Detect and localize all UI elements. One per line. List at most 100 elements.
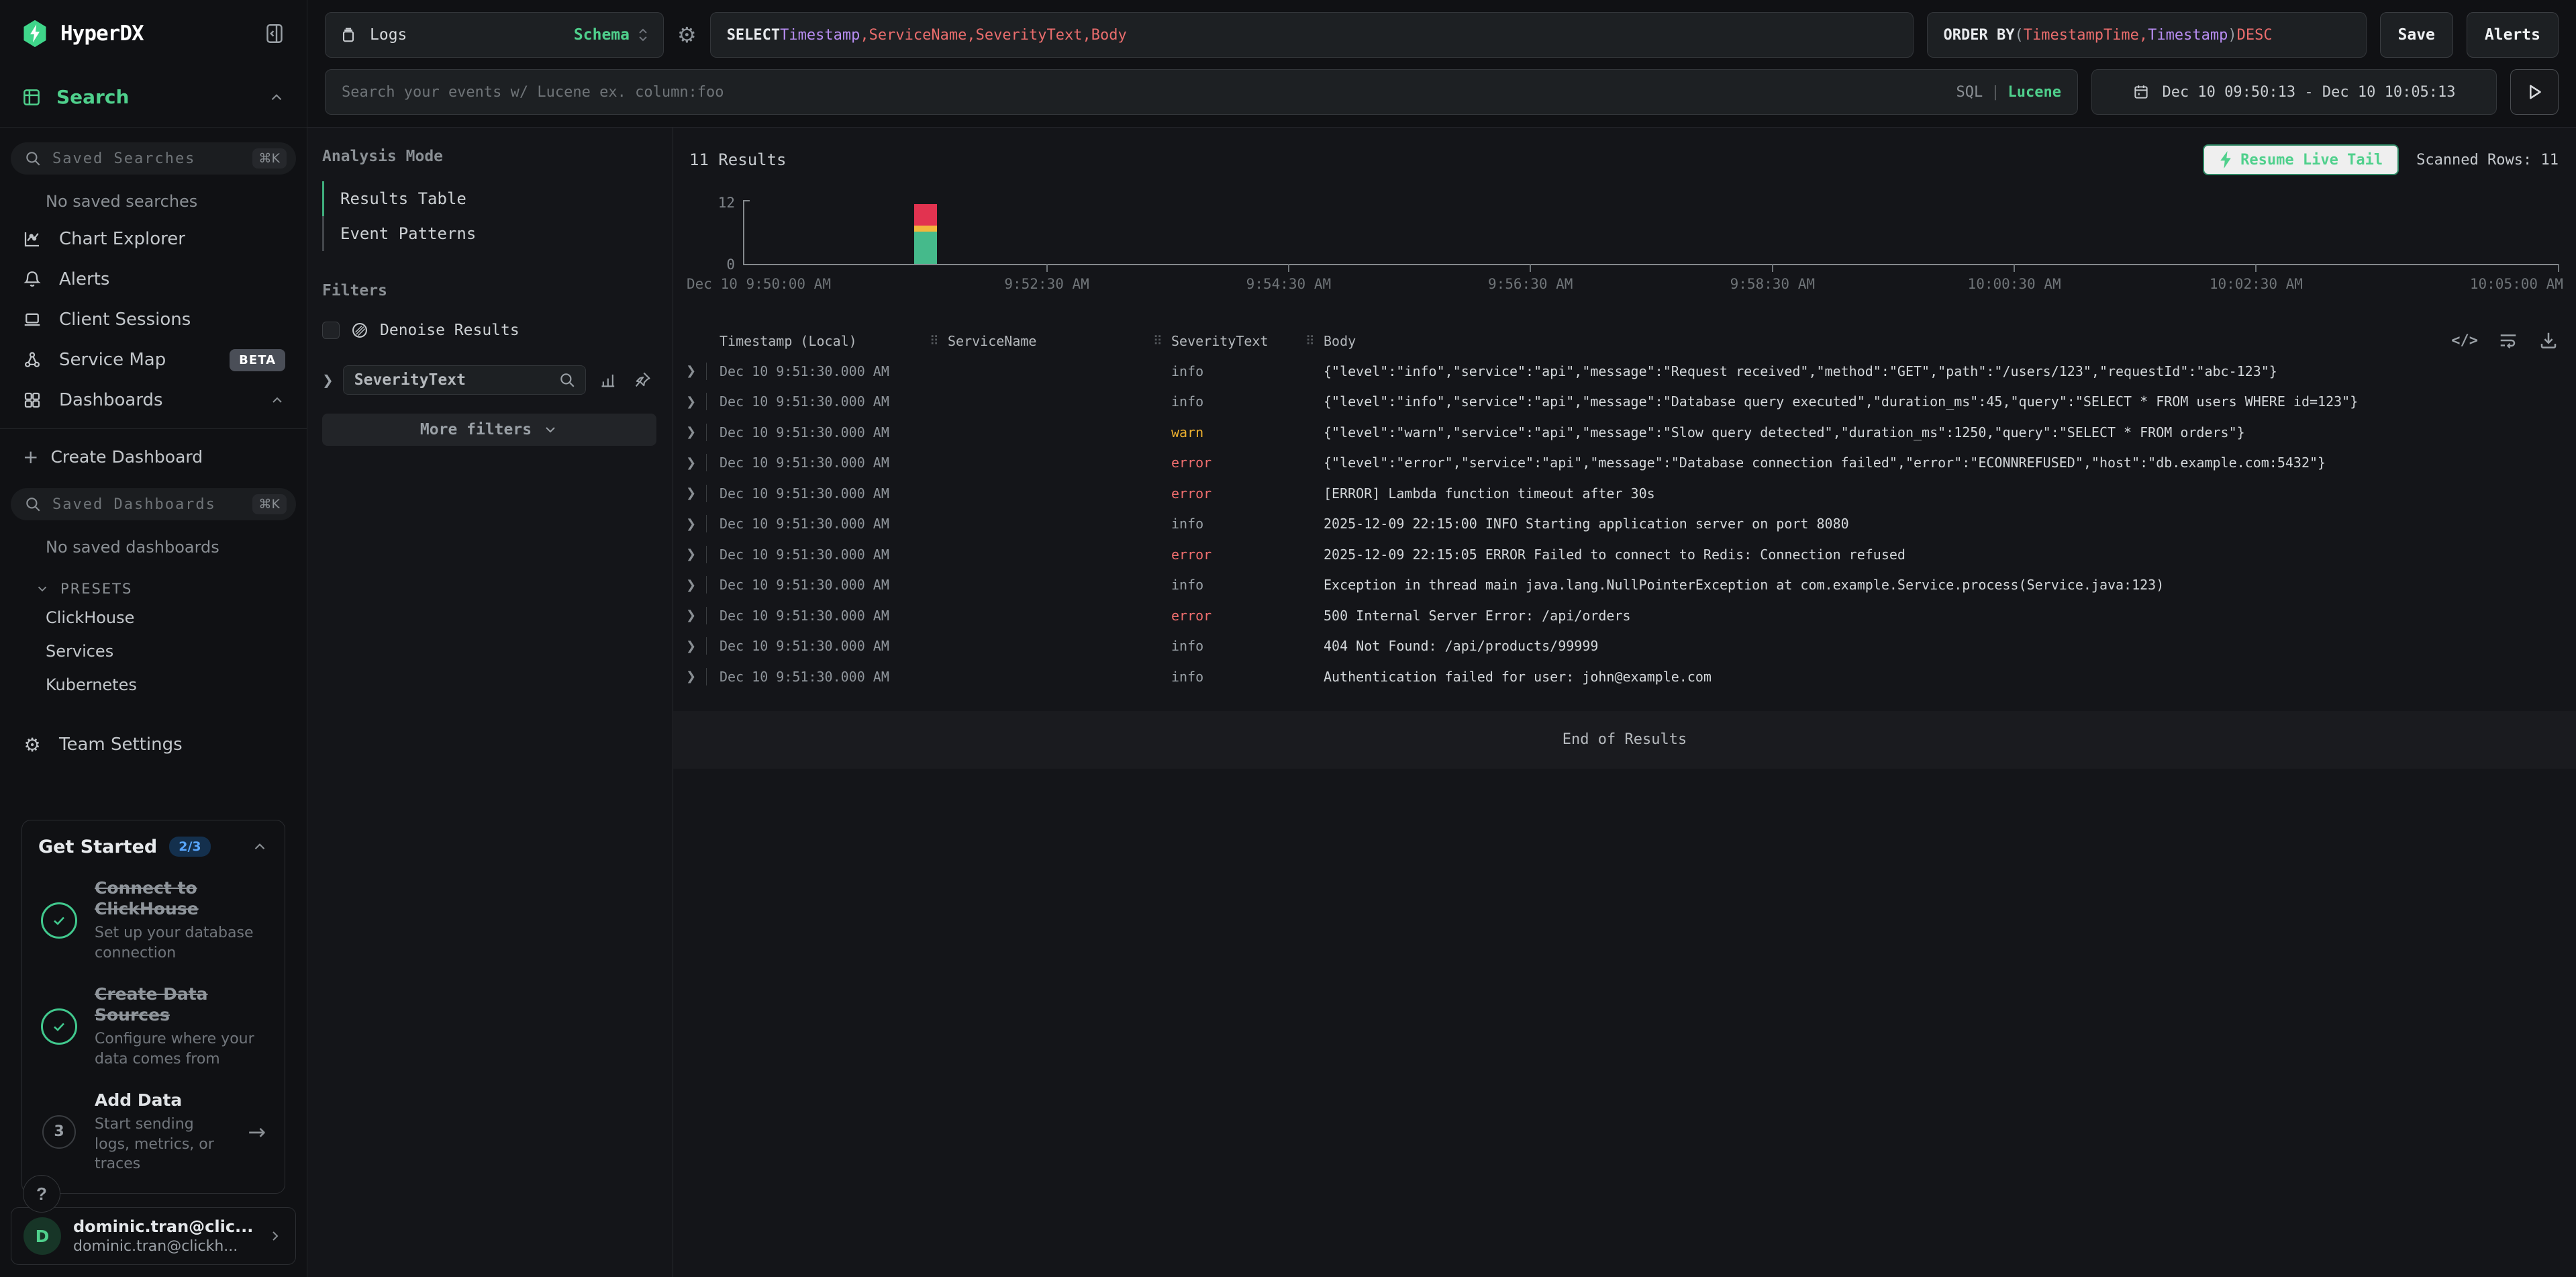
x-axis-tick xyxy=(1772,264,1773,272)
date-range-picker[interactable]: Dec 10 09:50:13 - Dec 10 10:05:13 xyxy=(2091,69,2497,115)
preset-item[interactable]: Kubernetes xyxy=(46,668,296,702)
saved-searches-input[interactable]: Saved Searches ⌘K xyxy=(11,142,296,175)
main-area: Logs Schema ⚙ SELECT Timestamp,ServiceNa… xyxy=(307,0,2576,1277)
x-axis-tick xyxy=(2558,264,2559,272)
table-body: ❯ Dec 10 9:51:30.000 AM info {"level":"i… xyxy=(673,356,2576,692)
search-icon[interactable] xyxy=(558,371,576,389)
row-divider xyxy=(706,363,707,380)
cell-timestamp: Dec 10 9:51:30.000 AM xyxy=(720,638,948,654)
run-query-button[interactable] xyxy=(2510,69,2559,115)
search-placeholder: Search your events w/ Lucene ex. column:… xyxy=(342,84,724,101)
language-lucene[interactable]: Lucene xyxy=(2008,84,2061,101)
wrap-text-icon[interactable] xyxy=(2498,330,2518,350)
create-dashboard-button[interactable]: + Create Dashboard xyxy=(23,437,296,476)
download-icon[interactable] xyxy=(2538,330,2559,350)
alerts-button[interactable]: Alerts xyxy=(2467,12,2559,58)
order-by-input[interactable]: ORDER BY (TimestampTime, Timestamp) DESC xyxy=(1927,12,2367,58)
more-filters-button[interactable]: More filters xyxy=(322,414,656,446)
drag-handle-icon[interactable]: ⠿ xyxy=(1153,334,1162,348)
row-expand-icon[interactable]: ❯ xyxy=(686,517,706,531)
get-started-header[interactable]: Get Started 2/3 xyxy=(38,837,268,857)
analysis-mode-option[interactable]: Event Patterns xyxy=(322,216,656,251)
table-row[interactable]: ❯ Dec 10 9:51:30.000 AM error [ERROR] La… xyxy=(673,478,2576,509)
cell-body: Authentication failed for user: john@exa… xyxy=(1324,669,2576,685)
cell-timestamp: Dec 10 9:51:30.000 AM xyxy=(720,577,948,593)
table-row[interactable]: ❯ Dec 10 9:51:30.000 AM info Authenticat… xyxy=(673,661,2576,692)
row-expand-icon[interactable]: ❯ xyxy=(686,425,706,439)
drag-handle-icon[interactable]: ⠿ xyxy=(930,334,939,348)
sidebar-item-chart-explorer[interactable]: Chart Explorer xyxy=(11,219,296,259)
column-header-timestamp-local-[interactable]: Timestamp (Local) xyxy=(720,333,948,349)
row-expand-icon[interactable]: ❯ xyxy=(686,547,706,561)
table-row[interactable]: ❯ Dec 10 9:51:30.000 AM error 2025-12-09… xyxy=(673,539,2576,570)
sidebar-item-client-sessions[interactable]: Client Sessions xyxy=(11,299,296,340)
step-title: Connect to ClickHouse xyxy=(95,878,268,920)
table-row[interactable]: ❯ Dec 10 9:51:30.000 AM error 500 Intern… xyxy=(673,600,2576,631)
get-started-step[interactable]: 3 Add Data Start sending logs, metrics, … xyxy=(38,1090,268,1174)
expand-chevron-icon[interactable]: ❯ xyxy=(322,372,334,388)
table-row[interactable]: ❯ Dec 10 9:51:30.000 AM warn {"level":"w… xyxy=(673,417,2576,448)
schema-label: Schema xyxy=(574,26,630,44)
denoise-results-row: Denoise Results xyxy=(322,321,656,340)
drag-handle-icon[interactable]: ⠿ xyxy=(1305,334,1315,348)
schema-select[interactable]: Schema xyxy=(574,26,650,44)
table-row[interactable]: ❯ Dec 10 9:51:30.000 AM info 404 Not Fou… xyxy=(673,631,2576,662)
column-header-servicename[interactable]: ⠿ServiceName xyxy=(948,333,1171,349)
event-search-input[interactable]: Search your events w/ Lucene ex. column:… xyxy=(325,69,2078,115)
row-expand-icon[interactable]: ❯ xyxy=(686,608,706,622)
row-divider xyxy=(706,576,707,594)
hyperdx-logo[interactable]: HyperDX xyxy=(20,19,144,48)
query-token: ORDER BY xyxy=(1944,27,2015,44)
save-button[interactable]: Save xyxy=(2380,12,2453,58)
hyperdx-logo-icon xyxy=(20,19,50,48)
preset-item[interactable]: ClickHouse xyxy=(46,601,296,634)
table-row[interactable]: ❯ Dec 10 9:51:30.000 AM info {"level":"i… xyxy=(673,387,2576,418)
query-token: ( xyxy=(2014,27,2023,44)
row-expand-icon[interactable]: ❯ xyxy=(686,578,706,592)
table-row[interactable]: ❯ Dec 10 9:51:30.000 AM info {"level":"i… xyxy=(673,356,2576,387)
source-select[interactable]: Logs Schema xyxy=(325,12,664,58)
row-expand-icon[interactable]: ❯ xyxy=(686,639,706,653)
row-expand-icon[interactable]: ❯ xyxy=(686,486,706,500)
topbar: Logs Schema ⚙ SELECT Timestamp,ServiceNa… xyxy=(307,0,2576,128)
pin-icon[interactable] xyxy=(633,371,652,389)
preset-item[interactable]: Services xyxy=(46,634,296,668)
analysis-mode-option[interactable]: Results Table xyxy=(322,181,656,216)
language-sql[interactable]: SQL xyxy=(1956,84,1983,101)
denoise-checkbox[interactable] xyxy=(322,322,340,339)
presets-toggle[interactable]: PRESETS xyxy=(35,581,296,597)
get-started-step[interactable]: Create Data Sources Configure where your… xyxy=(38,984,268,1070)
code-view-icon[interactable]: </> xyxy=(2451,332,2478,349)
row-expand-icon[interactable]: ❯ xyxy=(686,456,706,470)
query-settings-gear-icon[interactable]: ⚙ xyxy=(677,22,697,48)
table-row[interactable]: ❯ Dec 10 9:51:30.000 AM error {"level":"… xyxy=(673,448,2576,479)
histogram-bar[interactable] xyxy=(914,204,937,264)
sidebar-collapse-icon[interactable] xyxy=(262,21,287,46)
table-row[interactable]: ❯ Dec 10 9:51:30.000 AM info Exception i… xyxy=(673,570,2576,601)
column-header-body[interactable]: ⠿Body xyxy=(1324,333,2576,349)
sidebar-item-dashboards[interactable]: Dashboards xyxy=(11,380,296,420)
query-token: TimestampTime, xyxy=(2024,27,2148,44)
select-query-input[interactable]: SELECT Timestamp,ServiceName,SeverityTex… xyxy=(710,12,1914,58)
sidebar-item-alerts[interactable]: Alerts xyxy=(11,259,296,299)
bar-chart-icon[interactable] xyxy=(599,371,618,389)
chevron-right-icon xyxy=(267,1228,283,1244)
x-axis-label: 9:56:30 AM xyxy=(1488,276,1573,292)
histogram-plot[interactable]: Dec 10 9:50:00 AM9:52:30 AM9:54:30 AM9:5… xyxy=(743,200,2559,265)
user-account-card[interactable]: D dominic.tran@clic... dominic.tran@clic… xyxy=(11,1207,296,1265)
row-expand-icon[interactable]: ❯ xyxy=(686,364,706,378)
get-started-step[interactable]: Connect to ClickHouse Set up your databa… xyxy=(38,878,268,963)
step-title: Add Data xyxy=(95,1090,233,1110)
sidebar-item-search[interactable]: Search xyxy=(0,67,307,128)
row-expand-icon[interactable]: ❯ xyxy=(686,669,706,683)
user-email: dominic.tran@clickh... xyxy=(73,1238,255,1255)
help-button[interactable]: ? xyxy=(23,1175,60,1213)
severity-filter-pill[interactable]: SeverityText xyxy=(343,365,586,395)
table-row[interactable]: ❯ Dec 10 9:51:30.000 AM info 2025-12-09 … xyxy=(673,509,2576,540)
sidebar-item-service-map[interactable]: Service Map BETA xyxy=(11,340,296,380)
sidebar-item-team-settings[interactable]: ⚙ Team Settings xyxy=(11,724,296,765)
resume-live-tail-button[interactable]: Resume Live Tail xyxy=(2203,144,2399,175)
saved-dashboards-input[interactable]: Saved Dashboards ⌘K xyxy=(11,488,296,520)
row-expand-icon[interactable]: ❯ xyxy=(686,395,706,409)
column-header-severitytext[interactable]: ⠿SeverityText xyxy=(1171,333,1324,349)
